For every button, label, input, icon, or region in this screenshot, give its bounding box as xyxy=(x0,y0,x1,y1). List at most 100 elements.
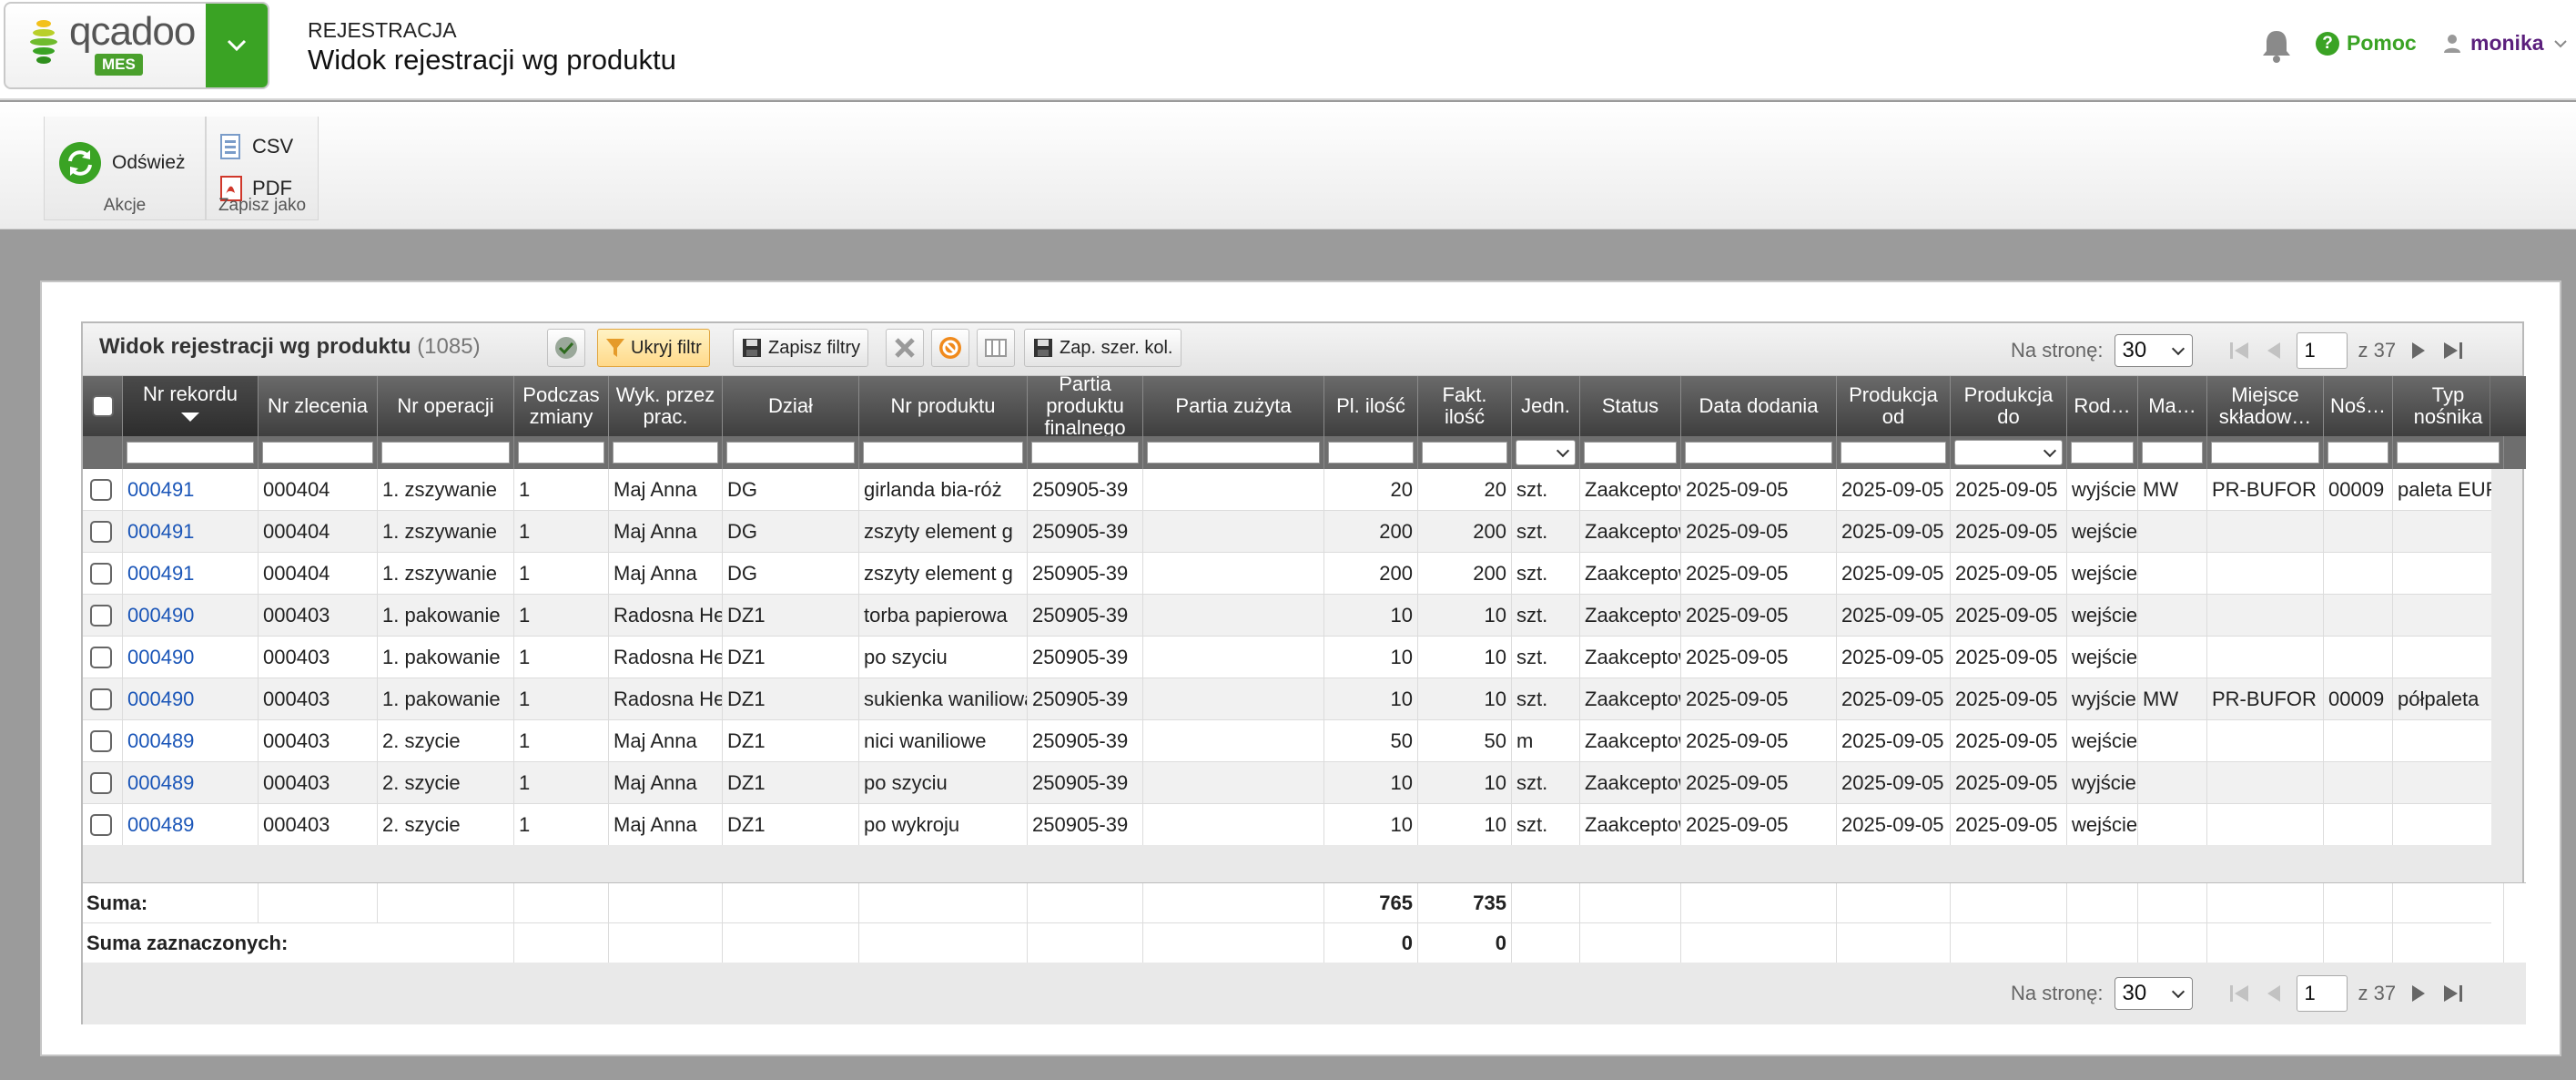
column-header-date-added[interactable]: Data dodania xyxy=(1681,376,1837,436)
column-header-status[interactable]: Status xyxy=(1580,376,1681,436)
export-csv-button[interactable]: CSV xyxy=(218,133,293,160)
next-page-button[interactable] xyxy=(2407,982,2430,1005)
table-row[interactable]: 000489 000403 2. szycie 1 Maj Anna DZ1 po wykr… xyxy=(83,804,2491,845)
filter-input-department[interactable] xyxy=(726,442,855,464)
row-checkbox[interactable] xyxy=(90,814,112,836)
table-row[interactable]: 0004900004031. pakowanie1Radosna HelenaD… xyxy=(83,595,2491,637)
row-checkbox[interactable] xyxy=(90,647,112,668)
column-header-worker[interactable]: Wyk. przez prac. xyxy=(609,376,723,436)
column-header-carrier-type[interactable]: Typ nośnika xyxy=(2393,376,2504,436)
filter-input-final-batch[interactable] xyxy=(1031,442,1139,464)
filter-input-warehouse[interactable] xyxy=(2142,442,2203,464)
filter-input-actual-qty[interactable] xyxy=(1422,442,1507,464)
cell-record-no[interactable]: 000489 xyxy=(123,804,259,845)
per-page-select[interactable]: 30 xyxy=(2114,334,2193,367)
filter-input-used-batch[interactable] xyxy=(1147,442,1320,464)
first-page-button[interactable] xyxy=(2227,339,2251,362)
cell-carrier-type xyxy=(2393,720,2491,762)
column-header-kind[interactable]: Rod… xyxy=(2067,376,2138,436)
column-header-carrier[interactable]: Noś… xyxy=(2324,376,2393,436)
cell-record-no[interactable]: 000491 xyxy=(123,511,259,553)
cell-record-no[interactable]: 000490 xyxy=(123,678,259,720)
row-checkbox[interactable] xyxy=(90,563,112,585)
last-page-button[interactable] xyxy=(2441,982,2465,1005)
hide-filter-button[interactable]: Ukryj filtr xyxy=(597,329,710,367)
filter-input-during-shift[interactable] xyxy=(518,442,604,464)
filter-select-production-to[interactable] xyxy=(1954,440,2063,465)
column-header-unit[interactable]: Jedn. xyxy=(1512,376,1580,436)
table-row[interactable]: 000491 000404 1. zszywanie 1 Maj Anna DG girla… xyxy=(83,469,2491,511)
row-checkbox[interactable] xyxy=(90,772,112,794)
next-page-button[interactable] xyxy=(2407,339,2430,362)
cell-record-no[interactable]: 000490 xyxy=(123,595,259,637)
cell-record-no[interactable]: 000491 xyxy=(123,469,259,511)
table-row[interactable]: 0004900004031. pakowanie1Radosna HelenaD… xyxy=(83,637,2491,678)
select-all-checkbox[interactable] xyxy=(91,395,114,417)
table-row[interactable]: 000491 000404 1. zszywanie 1 Maj Anna DG zszyt… xyxy=(83,511,2491,553)
filter-input-date-added[interactable] xyxy=(1685,442,1832,464)
column-header-warehouse[interactable]: Ma… xyxy=(2138,376,2207,436)
row-checkbox[interactable] xyxy=(90,479,112,501)
column-header-product-no[interactable]: Nr produktu xyxy=(859,376,1028,436)
previous-page-button[interactable] xyxy=(2262,339,2286,362)
column-header-storage-location[interactable]: Miejsce składow… xyxy=(2207,376,2324,436)
filter-input-record-no[interactable] xyxy=(127,442,254,464)
cell-actual-qty: 10 xyxy=(1418,678,1512,720)
apply-filter-button[interactable] xyxy=(547,329,585,367)
cancel-button[interactable] xyxy=(931,329,969,367)
per-page-select[interactable]: 30 xyxy=(2114,977,2193,1010)
filter-input-production-from[interactable] xyxy=(1841,442,1946,464)
table-row[interactable]: 0004900004031. pakowanie1Radosna HelenaD… xyxy=(83,678,2491,720)
column-header-production-from[interactable]: Produkcja od xyxy=(1837,376,1951,436)
filter-input-worker[interactable] xyxy=(613,442,718,464)
column-header-used-batch[interactable]: Partia zużyta xyxy=(1143,376,1324,436)
clear-filters-button[interactable] xyxy=(886,329,924,367)
filter-input-storage-location[interactable] xyxy=(2211,442,2319,464)
cell-record-no[interactable]: 000489 xyxy=(123,762,259,804)
column-header-record-no[interactable]: Nr rekordu xyxy=(123,376,259,436)
filter-input-status[interactable] xyxy=(1584,442,1677,464)
bell-icon[interactable] xyxy=(2261,27,2292,64)
first-page-button[interactable] xyxy=(2227,982,2251,1005)
cell-record-no[interactable]: 000490 xyxy=(123,637,259,678)
filter-input-operation-no[interactable] xyxy=(381,442,510,464)
save-filters-button[interactable]: Zapisz filtry xyxy=(733,329,869,367)
columns-button[interactable] xyxy=(977,329,1015,367)
column-header-order-no[interactable]: Nr zlecenia xyxy=(259,376,378,436)
row-checkbox[interactable] xyxy=(90,688,112,710)
previous-page-button[interactable] xyxy=(2262,982,2286,1005)
filter-input-carrier[interactable] xyxy=(2328,442,2388,464)
table-row[interactable]: 000489 000403 2. szycie 1 Maj Anna DZ1 po szyc… xyxy=(83,762,2491,804)
row-checkbox[interactable] xyxy=(90,521,112,543)
filter-select-unit[interactable] xyxy=(1516,440,1576,465)
cell-storage-location xyxy=(2207,511,2324,553)
main-menu-button[interactable] xyxy=(206,4,268,87)
table-row[interactable]: 000489 000403 2. szycie 1 Maj Anna DZ1 nici wa… xyxy=(83,720,2491,762)
page-number-input[interactable]: 1 xyxy=(2296,975,2348,1012)
select-all-header[interactable] xyxy=(83,376,123,436)
column-header-operation-no[interactable]: Nr operacji xyxy=(378,376,514,436)
column-header-production-to[interactable]: Produkcja do xyxy=(1951,376,2067,436)
last-page-button[interactable] xyxy=(2441,339,2465,362)
filter-input-product-no[interactable] xyxy=(863,442,1023,464)
help-link[interactable]: ? Pomoc xyxy=(2316,31,2417,56)
column-header-actual-qty[interactable]: Fakt. ilość xyxy=(1418,376,1512,436)
save-column-width-button[interactable]: Zap. szer. kol. xyxy=(1024,329,1182,367)
row-checkbox[interactable] xyxy=(90,730,112,752)
column-header-planned-qty[interactable]: Pl. ilość xyxy=(1324,376,1418,436)
refresh-button[interactable]: Odśwież xyxy=(57,140,186,186)
user-menu[interactable]: monika xyxy=(2443,31,2568,56)
cell-record-no[interactable]: 000489 xyxy=(123,720,259,762)
app-logo[interactable]: qcadoo MES xyxy=(4,2,269,89)
column-header-department[interactable]: Dział xyxy=(723,376,859,436)
row-checkbox[interactable] xyxy=(90,605,112,627)
page-number-input[interactable]: 1 xyxy=(2296,332,2348,369)
table-row[interactable]: 000491 000404 1. zszywanie 1 Maj Anna DG zszyt… xyxy=(83,553,2491,595)
filter-input-order-no[interactable] xyxy=(262,442,373,464)
cell-record-no[interactable]: 000491 xyxy=(123,553,259,595)
column-header-during-shift[interactable]: Podczas zmiany xyxy=(514,376,609,436)
filter-input-carrier-type[interactable] xyxy=(2397,442,2500,464)
filter-input-planned-qty[interactable] xyxy=(1328,442,1414,464)
column-header-final-batch[interactable]: Partia produktu finalnego xyxy=(1028,376,1143,436)
filter-input-kind[interactable] xyxy=(2071,442,2134,464)
